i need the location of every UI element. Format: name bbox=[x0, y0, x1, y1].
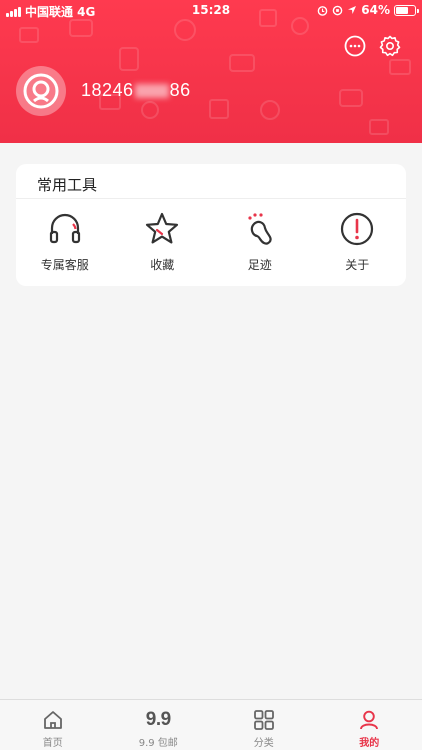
person-icon bbox=[360, 710, 379, 730]
nine-nine-icon: 9.9 bbox=[145, 709, 171, 730]
avatar[interactable] bbox=[16, 66, 66, 116]
profile-header: 中国联通 4G 15:28 64% 18246 86 bbox=[0, 0, 422, 143]
tab-label: 我的 bbox=[359, 738, 380, 749]
footprint-icon bbox=[248, 213, 272, 245]
tab-label: 分类 bbox=[253, 738, 274, 749]
orientation-lock-icon bbox=[332, 5, 343, 15]
tab-mine[interactable]: 我的 bbox=[317, 700, 422, 750]
tool-label: 关于 bbox=[345, 258, 370, 272]
phone-prefix: 18246 bbox=[81, 80, 134, 100]
status-bar: 中国联通 4G 15:28 64% bbox=[0, 0, 422, 20]
avatar-placeholder-icon bbox=[23, 73, 59, 109]
tool-label: 收藏 bbox=[150, 258, 175, 272]
phone-masked bbox=[134, 84, 169, 99]
message-icon[interactable] bbox=[343, 34, 367, 58]
tab-category[interactable]: 分类 bbox=[211, 700, 317, 750]
battery-icon bbox=[394, 4, 419, 16]
card-title: 常用工具 bbox=[37, 176, 98, 194]
star-icon bbox=[146, 212, 179, 244]
card-divider bbox=[16, 198, 406, 199]
username[interactable]: 18246 86 bbox=[81, 80, 191, 101]
tab-99[interactable]: 9.9 9.9 包邮 bbox=[106, 700, 212, 750]
phone-suffix: 86 bbox=[169, 80, 191, 100]
tool-favorites[interactable]: 收藏 bbox=[114, 210, 212, 273]
tool-label: 专属客服 bbox=[40, 258, 89, 272]
tools-card: 常用工具 专属客服 收藏 足迹 关于 bbox=[16, 164, 406, 286]
alarm-icon bbox=[317, 5, 328, 16]
tool-about[interactable]: 关于 bbox=[309, 210, 407, 273]
info-icon bbox=[341, 212, 374, 246]
battery-percent: 64% bbox=[361, 3, 390, 17]
location-icon bbox=[348, 6, 357, 14]
bottom-tab-bar: 首页 9.9 9.9 包邮 分类 我的 bbox=[0, 699, 422, 750]
tab-label: 首页 bbox=[42, 738, 63, 749]
home-icon bbox=[43, 711, 62, 729]
header-pattern bbox=[19, 9, 411, 135]
headphones-icon bbox=[49, 213, 80, 244]
tools-row: 专属客服 收藏 足迹 关于 bbox=[16, 210, 406, 273]
tab-label: 9.9 包邮 bbox=[138, 738, 178, 749]
tool-customer-service[interactable]: 专属客服 bbox=[16, 210, 114, 273]
tab-home[interactable]: 首页 bbox=[0, 700, 106, 750]
grid-icon bbox=[253, 710, 274, 730]
gear-icon[interactable] bbox=[378, 34, 402, 58]
status-right: 64% bbox=[317, 3, 419, 17]
tool-footprint[interactable]: 足迹 bbox=[211, 210, 309, 273]
tool-label: 足迹 bbox=[247, 258, 272, 272]
